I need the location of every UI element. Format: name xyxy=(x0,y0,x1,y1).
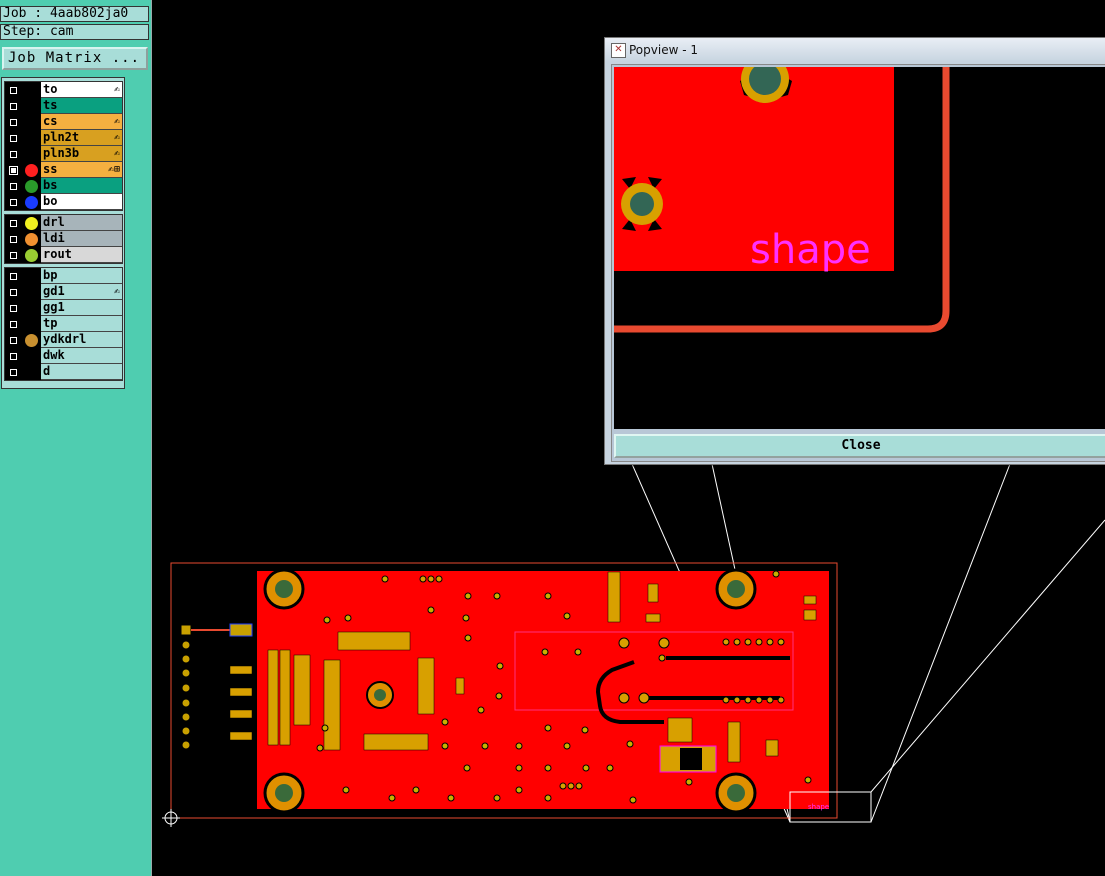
layer-affected-icon: ✍ xyxy=(113,132,120,143)
layer-name[interactable]: ydkdrl xyxy=(41,332,122,348)
layer-checkbox[interactable] xyxy=(9,86,18,95)
layer-color-dot-icon xyxy=(25,164,38,177)
step-name-label: Step: cam xyxy=(0,24,149,40)
board-shape-label: shape xyxy=(808,803,829,811)
popview-titlebar[interactable]: ✕ Popview - 1 xyxy=(605,38,1105,62)
layer-checkbox[interactable] xyxy=(9,320,18,329)
layer-row-ts[interactable]: ts xyxy=(5,98,122,114)
layer-row-tp[interactable]: tp xyxy=(5,316,122,332)
layer-affected-icon: ✍ xyxy=(113,286,120,297)
layer-name[interactable]: tp xyxy=(41,316,122,332)
layer-group-signal: to ✍ ts cs ✍ pln2t ✍ pln3b ✍ ss ✍⊞ bs bo xyxy=(4,81,123,211)
layer-checkbox[interactable] xyxy=(9,198,18,207)
layer-color-dot-icon xyxy=(25,249,38,262)
job-matrix-button[interactable]: Job Matrix ... xyxy=(2,47,148,70)
layer-row-bs[interactable]: bs xyxy=(5,178,122,194)
layer-name[interactable]: pln2t xyxy=(41,130,122,146)
layer-checkbox[interactable] xyxy=(9,336,18,345)
layer-row-bo[interactable]: bo xyxy=(5,194,122,210)
layer-checkbox[interactable] xyxy=(9,288,18,297)
layer-color-dot-icon xyxy=(25,217,38,230)
window-app-icon: ✕ xyxy=(611,43,626,58)
layer-checkbox[interactable] xyxy=(9,368,18,377)
layer-row-ss[interactable]: ss ✍⊞ xyxy=(5,162,122,178)
layer-row-drl[interactable]: drl xyxy=(5,215,122,231)
layer-affected-icon: ✍ xyxy=(113,116,120,127)
layer-color-dot-icon xyxy=(25,334,38,347)
layer-row-pln3b[interactable]: pln3b ✍ xyxy=(5,146,122,162)
layer-group-misc: bp gd1 ✍ gg1 tp ydkdrl dwk d xyxy=(4,267,123,381)
popview-shape-text: shape xyxy=(750,227,871,273)
layer-color-dot-icon xyxy=(25,196,38,209)
layer-affected-icon: ✍⊞ xyxy=(107,164,120,175)
layer-checkbox[interactable] xyxy=(9,304,18,313)
layer-checkbox[interactable] xyxy=(9,134,18,143)
popview-close-button[interactable]: Close xyxy=(614,434,1105,458)
layer-row-ydkdrl[interactable]: ydkdrl xyxy=(5,332,122,348)
layer-checkbox[interactable] xyxy=(9,251,18,260)
layer-row-d[interactable]: d xyxy=(5,364,122,380)
popview-canvas[interactable]: shape xyxy=(614,67,1105,429)
layer-affected-icon: ✍ xyxy=(113,84,120,95)
layer-checkbox[interactable] xyxy=(9,150,18,159)
layer-row-gg1[interactable]: gg1 xyxy=(5,300,122,316)
layer-name[interactable]: bs xyxy=(41,178,122,194)
layer-checkbox[interactable] xyxy=(9,166,18,175)
layer-row-ldi[interactable]: ldi xyxy=(5,231,122,247)
layer-name[interactable]: bo xyxy=(41,194,122,210)
layer-row-gd1[interactable]: gd1 ✍ xyxy=(5,284,122,300)
edge-connector-pins xyxy=(180,624,192,750)
layer-name[interactable]: ts xyxy=(41,98,122,114)
layer-checkbox[interactable] xyxy=(9,272,18,281)
layer-name[interactable]: dwk xyxy=(41,348,122,364)
layer-group-drill: drl ldi rout xyxy=(4,214,123,264)
layer-row-to[interactable]: to ✍ xyxy=(5,82,122,98)
popview-title: Popview - 1 xyxy=(629,43,698,57)
layer-name[interactable]: gg1 xyxy=(41,300,122,316)
layer-name[interactable]: to xyxy=(41,82,122,98)
layer-name[interactable]: drl xyxy=(41,215,122,231)
layer-list-panel: to ✍ ts cs ✍ pln2t ✍ pln3b ✍ ss ✍⊞ bs bo drl ldi rout … xyxy=(1,77,125,389)
layer-affected-icon: ✍ xyxy=(113,148,120,159)
layer-checkbox[interactable] xyxy=(9,219,18,228)
layer-row-pln2t[interactable]: pln2t ✍ xyxy=(5,130,122,146)
layer-row-bp[interactable]: bp xyxy=(5,268,122,284)
popview-body: shape Close xyxy=(611,64,1105,462)
layer-name[interactable]: d xyxy=(41,364,122,380)
layer-checkbox[interactable] xyxy=(9,182,18,191)
layer-name[interactable]: gd1 xyxy=(41,284,122,300)
layer-checkbox[interactable] xyxy=(9,102,18,111)
layer-row-cs[interactable]: cs ✍ xyxy=(5,114,122,130)
layer-name[interactable]: cs xyxy=(41,114,122,130)
layer-name[interactable]: ldi xyxy=(41,231,122,247)
layer-checkbox[interactable] xyxy=(9,352,18,361)
pad-left xyxy=(621,177,663,231)
layer-color-dot-icon xyxy=(25,180,38,193)
layer-color-dot-icon xyxy=(25,233,38,246)
layer-row-dwk[interactable]: dwk xyxy=(5,348,122,364)
layer-row-rout[interactable]: rout xyxy=(5,247,122,263)
layer-name[interactable]: rout xyxy=(41,247,122,263)
job-name-label: Job : 4aab802ja0 xyxy=(0,6,149,22)
layer-checkbox[interactable] xyxy=(9,235,18,244)
layer-name[interactable]: pln3b xyxy=(41,146,122,162)
popview-window: ✕ Popview - 1 shape Close xyxy=(604,37,1105,465)
layer-sidebar: Job : 4aab802ja0 Step: cam Job Matrix ..… xyxy=(0,0,152,876)
layer-checkbox[interactable] xyxy=(9,118,18,127)
layer-name[interactable]: bp xyxy=(41,268,122,284)
